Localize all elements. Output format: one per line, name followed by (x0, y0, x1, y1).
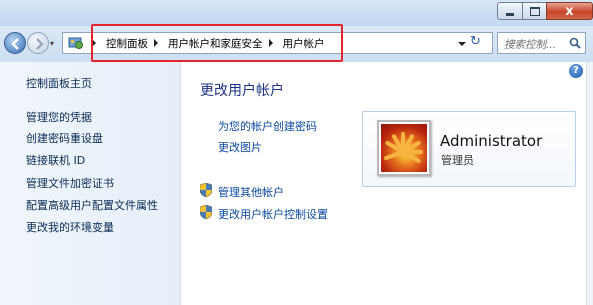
sidebar-item-control-panel-home[interactable]: 控制面板主页 (26, 75, 92, 91)
control-panel-icon (68, 36, 84, 50)
breadcrumb-user-accounts[interactable]: 用户帐户 (282, 36, 326, 51)
sidebar-item-advanced-profile-properties[interactable]: 配置高级用户配置文件属性 (26, 197, 158, 213)
search-box[interactable]: 搜索控制... (497, 32, 586, 54)
control-panel-window: x ▾ 控制面板 用户帐户和家庭安全 用户帐户 ↻ 搜索控制... 控制面板主页… (0, 0, 593, 305)
breadcrumb-separator-icon[interactable] (92, 39, 96, 47)
forward-button[interactable] (27, 32, 49, 54)
address-bar[interactable]: 控制面板 用户帐户和家庭安全 用户帐户 (62, 32, 493, 54)
change-picture-link[interactable]: 更改图片 (218, 139, 262, 155)
breadcrumb-user-accounts-family-safety[interactable]: 用户帐户和家庭安全 (167, 36, 264, 51)
sidebar-item-manage-encryption-certificates[interactable]: 管理文件加密证书 (26, 175, 114, 191)
breadcrumb-control-panel[interactable]: 控制面板 (105, 36, 149, 51)
minimize-button[interactable] (497, 2, 523, 20)
help-icon[interactable]: ? (569, 64, 583, 78)
address-history-dropdown-icon[interactable] (458, 42, 466, 46)
breadcrumb: 控制面板 用户帐户和家庭安全 用户帐户 (87, 33, 326, 53)
maximize-button[interactable] (522, 2, 547, 20)
back-button[interactable] (4, 32, 26, 54)
page-title: 更改用户帐户 (200, 83, 284, 99)
uac-shield-icon (200, 205, 212, 219)
account-name: Administrator (440, 132, 543, 150)
forward-arrow-icon (36, 38, 44, 50)
change-uac-settings-link[interactable]: 更改用户帐户控制设置 (218, 206, 328, 222)
close-button[interactable]: x (546, 2, 593, 20)
search-placeholder: 搜索控制... (504, 39, 557, 51)
minimize-icon (506, 12, 514, 16)
title-bar: x (0, 0, 593, 26)
scrollbar[interactable] (586, 62, 593, 305)
sidebar-item-link-online-ids[interactable]: 链接联机 ID (26, 152, 85, 168)
breadcrumb-separator-icon[interactable] (154, 39, 158, 47)
sidebar-item-change-environment-variables[interactable]: 更改我的环境变量 (26, 219, 114, 235)
recent-pages-dropdown[interactable]: ▾ (50, 39, 54, 48)
manage-other-accounts-link[interactable]: 管理其他帐户 (218, 184, 284, 200)
search-icon[interactable] (569, 37, 581, 49)
account-role: 管理员 (441, 154, 474, 167)
uac-shield-icon (200, 183, 212, 197)
breadcrumb-separator-icon[interactable] (268, 39, 273, 47)
close-icon: x (565, 3, 574, 19)
back-arrow-icon (11, 38, 19, 50)
create-password-link[interactable]: 为您的帐户创建密码 (218, 118, 317, 134)
maximize-icon (529, 6, 540, 16)
sidebar-item-manage-credentials[interactable]: 管理您的凭据 (26, 109, 92, 125)
sidebar-item-create-password-reset-disk[interactable]: 创建密码重设盘 (26, 130, 103, 146)
flower-picture (381, 124, 427, 172)
avatar (377, 120, 431, 176)
refresh-button[interactable]: ↻ (470, 34, 481, 49)
